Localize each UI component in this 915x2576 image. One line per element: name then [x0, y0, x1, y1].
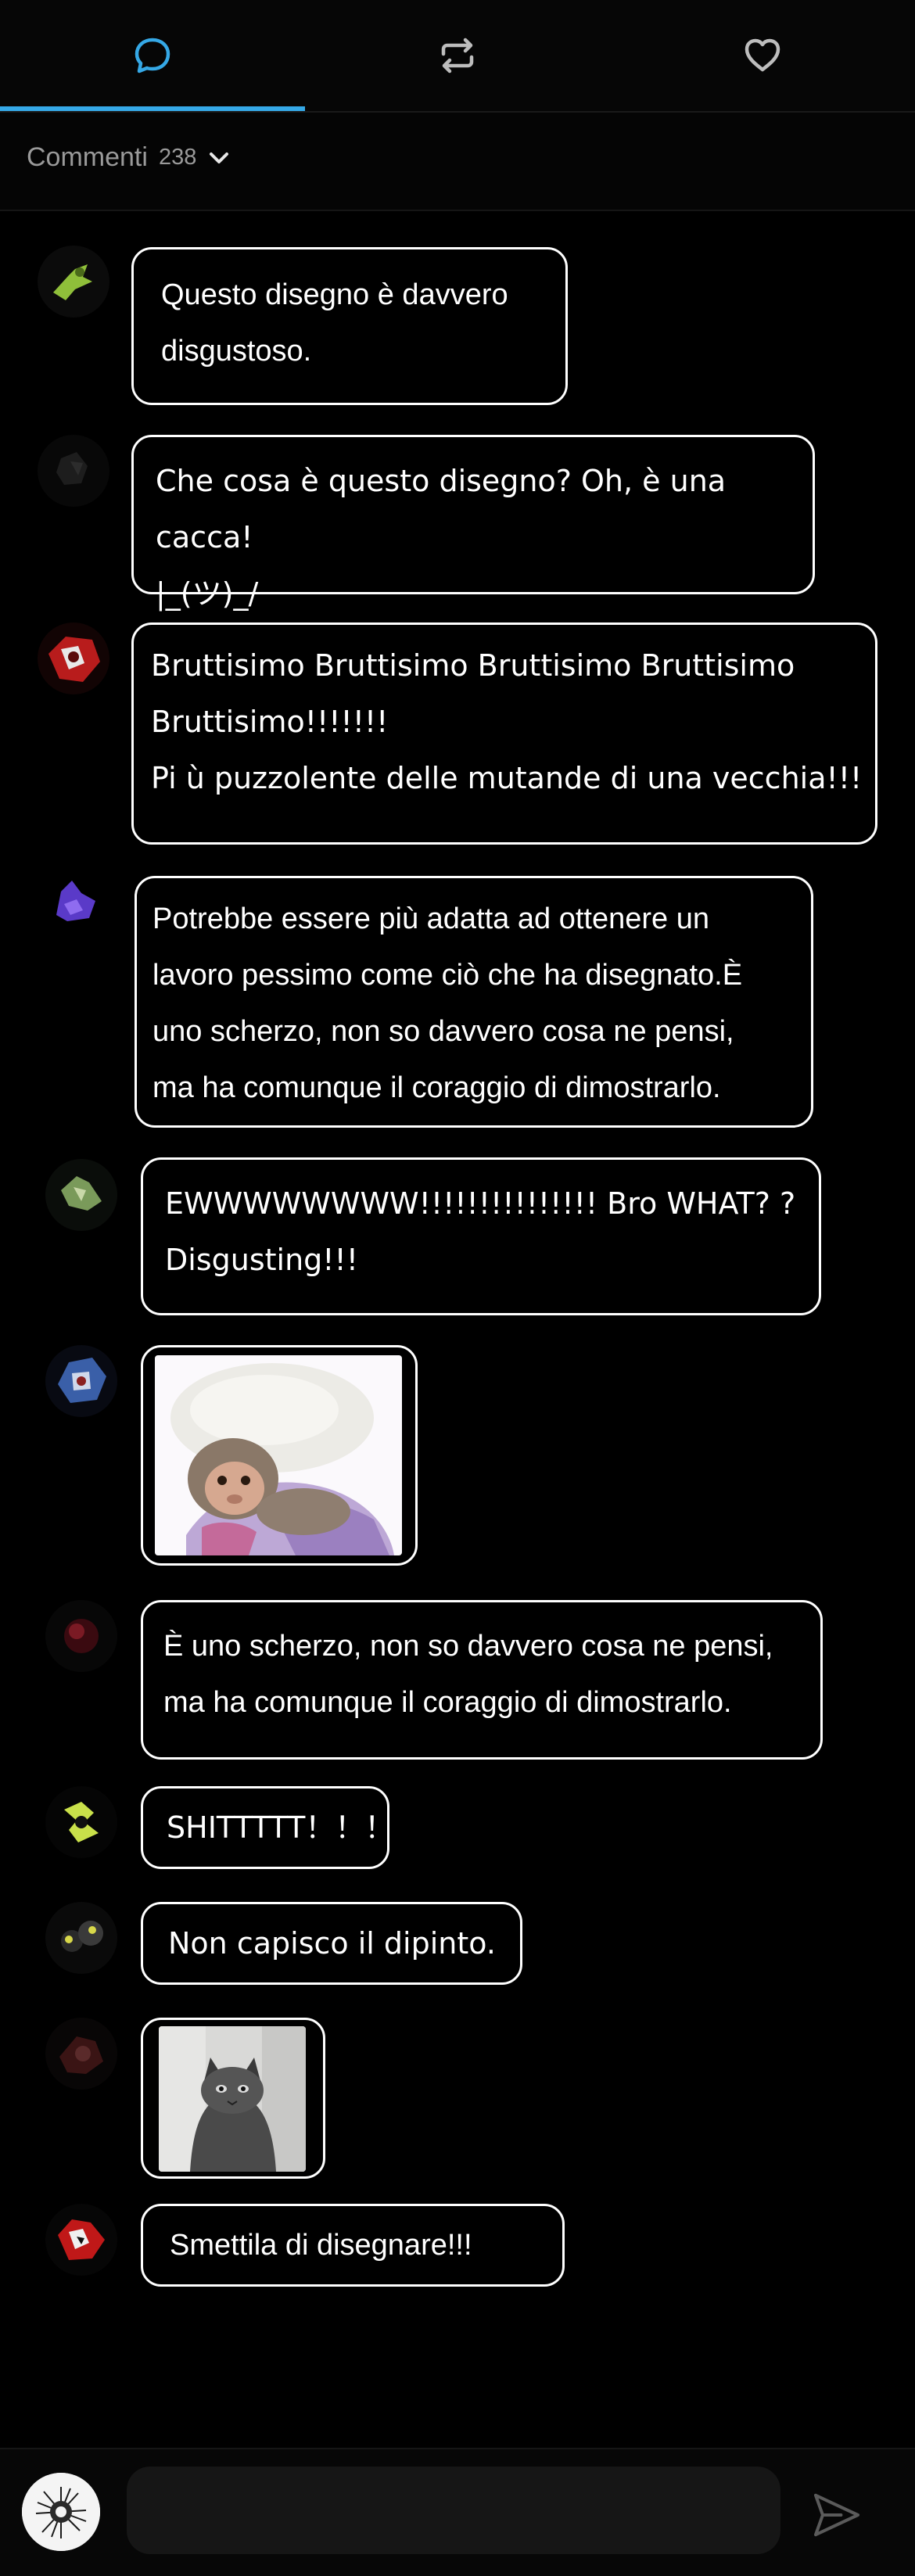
avatar[interactable] [45, 1600, 117, 1672]
avatar [45, 2018, 117, 2090]
comments-sort-toggle[interactable]: Commenti 238 [27, 142, 232, 173]
avatar[interactable] [45, 1159, 117, 1231]
avatar[interactable] [45, 1786, 117, 1858]
tab-bar [0, 0, 915, 113]
avatar[interactable] [38, 246, 109, 318]
baby-monkey-photo [155, 1355, 402, 1555]
comment-bubble[interactable]: Che cosa è questo disegno? Oh, è una cac… [131, 435, 815, 611]
avatar[interactable] [38, 435, 109, 507]
comment-text: È uno scherzo, non so davvero cosa ne pe… [163, 1630, 773, 1719]
comment-bubble[interactable]: Smettila di disegnare!!! [141, 2204, 565, 2287]
comment-input[interactable] [127, 2467, 780, 2554]
avatar [38, 246, 109, 318]
avatar[interactable] [45, 1902, 117, 1974]
comment-bubble[interactable]: Non capisco il dipinto. [141, 1902, 522, 1985]
avatar [45, 1600, 117, 1672]
avatar [45, 1159, 117, 1231]
chevron-down-icon [210, 152, 229, 163]
avatar[interactable] [45, 2018, 117, 2090]
comment-bubble[interactable]: Questo disegno è davvero disgustoso. [131, 247, 568, 405]
image-comment-bubble[interactable] [141, 1345, 418, 1566]
avatar [38, 435, 109, 507]
comment-text: Questo disegno è davvero disgustoso. [161, 278, 508, 368]
comment-bubble[interactable]: È uno scherzo, non so davvero cosa ne pe… [141, 1600, 823, 1760]
avatar[interactable] [38, 622, 109, 694]
heart-icon [745, 38, 780, 72]
repost-icon [441, 38, 474, 74]
user-avatar [22, 2473, 100, 2551]
avatar[interactable] [45, 2204, 117, 2276]
comment-text: EWWWWWWWW!!!!!!!!!!!!!!! Bro WHAT? ? Dis… [165, 1186, 796, 1277]
send-button[interactable] [806, 2484, 868, 2546]
comments-header: Commenti 238 [0, 113, 915, 211]
comments-count: 238 [158, 145, 197, 170]
comment-bubble[interactable]: EWWWWWWWW!!!!!!!!!!!!!!! Bro WHAT? ? Dis… [141, 1157, 821, 1315]
image-comment-bubble[interactable] [141, 2018, 325, 2179]
comment-text: Bruttisimo Bruttisimo Bruttisimo Bruttis… [151, 648, 863, 795]
avatar [38, 622, 109, 694]
avatar[interactable] [38, 870, 109, 942]
tab-reposts[interactable] [305, 0, 610, 111]
tab-likes[interactable] [610, 0, 915, 111]
user-avatar[interactable] [22, 2473, 100, 2551]
wet-cat-photo [159, 2026, 306, 2172]
comment-bubble[interactable]: SHITTTTT！！！ [141, 1786, 395, 1869]
comment-input-bar [0, 2448, 915, 2576]
avatar [45, 2204, 117, 2276]
comments-label: Commenti [27, 142, 148, 172]
avatar [38, 870, 109, 942]
avatar [45, 1786, 117, 1858]
comment-bubble[interactable]: Potrebbe essere più adatta ad ottenere u… [135, 876, 813, 1128]
comment-text: Non capisco il dipinto. [168, 1926, 496, 1961]
comment-text: Potrebbe essere più adatta ad ottenere u… [152, 902, 743, 1104]
wet-cat-photo [159, 2026, 306, 2172]
avatar [45, 1345, 117, 1417]
comment-text: Smettila di disegnare!!! [170, 2229, 472, 2262]
avatar [45, 1902, 117, 1974]
send-icon [813, 2493, 860, 2537]
baby-monkey-photo [155, 1355, 402, 1555]
tab-comments[interactable] [0, 0, 305, 111]
comment-bubble-icon [135, 38, 170, 74]
comment-text: Che cosa è questo disegno? Oh, è una cac… [156, 464, 727, 611]
active-tab-indicator [0, 106, 305, 111]
comment-text: SHITTTTT！！！ [167, 1810, 395, 1845]
comment-bubble[interactable]: Bruttisimo Bruttisimo Bruttisimo Bruttis… [131, 622, 877, 845]
avatar[interactable] [45, 1345, 117, 1417]
